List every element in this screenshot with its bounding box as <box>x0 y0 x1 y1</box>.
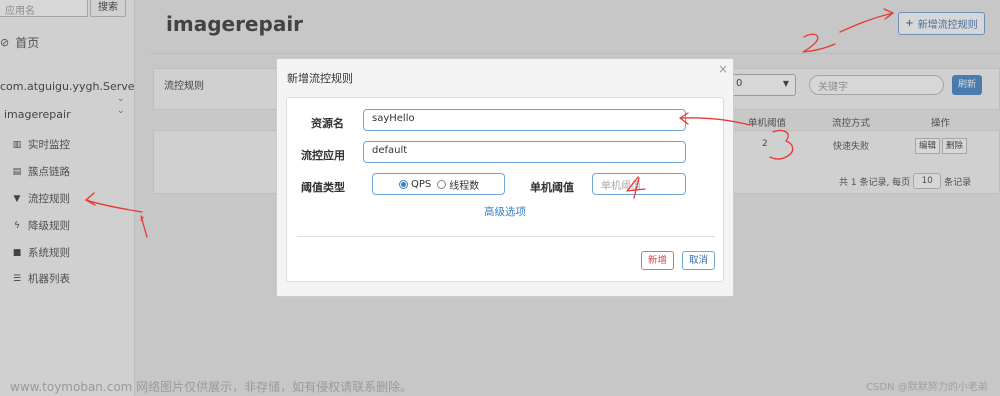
radio-threads-label: 线程数 <box>449 180 480 192</box>
single-threshold-input[interactable]: 单机阈值 <box>592 173 686 195</box>
radio-qps-label: QPS <box>411 178 432 190</box>
flow-app-label: 流控应用 <box>301 149 345 162</box>
cancel-button[interactable]: 取消 <box>682 251 715 270</box>
divider <box>297 236 715 237</box>
advanced-options-link[interactable]: 高级选项 <box>484 204 526 219</box>
radio-unchecked-icon <box>437 179 447 189</box>
resource-name-input[interactable]: sayHello <box>363 109 686 131</box>
single-threshold-label: 单机阈值 <box>530 181 574 194</box>
radio-threads[interactable]: 线程数 <box>437 177 479 192</box>
dialog-form: 资源名 sayHello 流控应用 default 阈值类型 QPS 线程数 单… <box>286 97 724 282</box>
add-button[interactable]: 新增 <box>641 251 674 270</box>
threshold-type-radio-group: QPS 线程数 <box>372 173 505 195</box>
close-icon[interactable]: × <box>718 62 728 76</box>
resource-name-label: 资源名 <box>311 117 344 130</box>
radio-qps[interactable]: QPS <box>399 179 431 190</box>
add-flow-rule-dialog: 新增流控规则 × 资源名 sayHello 流控应用 default 阈值类型 … <box>276 58 734 297</box>
flow-app-input[interactable]: default <box>363 141 686 163</box>
credit-text: CSDN @默默努力的小老弟 <box>866 382 988 393</box>
threshold-type-label: 阈值类型 <box>301 181 345 194</box>
dialog-title: 新增流控规则 <box>287 72 353 85</box>
radio-checked-icon <box>399 179 408 189</box>
watermark-text: www.toymoban.com 网络图片仅供展示，非存储，如有侵权请联系删除。 <box>10 380 413 394</box>
